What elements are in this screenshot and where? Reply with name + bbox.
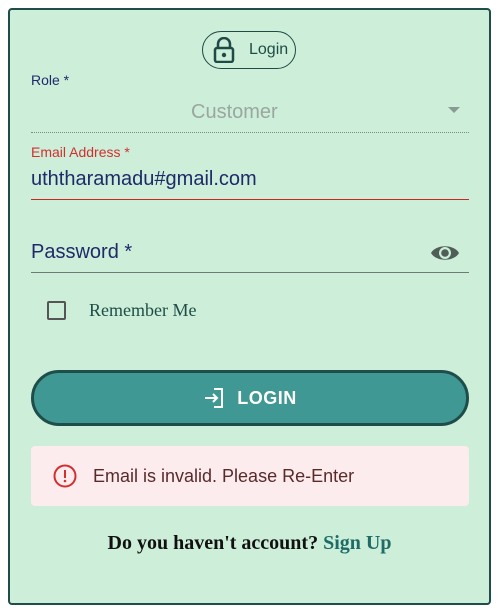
error-message: Email is invalid. Please Re-Enter xyxy=(93,465,355,486)
email-field[interactable]: uththaramadu#gmail.com xyxy=(31,168,257,191)
signup-question: Do you haven't account? xyxy=(107,532,319,554)
remember-me-checkbox[interactable] xyxy=(47,301,66,320)
password-field[interactable]: Password * xyxy=(31,241,132,264)
login-badge: Login xyxy=(202,31,296,69)
email-label: Email Address * xyxy=(31,144,130,160)
remember-me-label[interactable]: Remember Me xyxy=(89,300,196,321)
sign-up-link[interactable]: Sign Up xyxy=(323,532,391,554)
chevron-down-icon[interactable] xyxy=(448,107,460,113)
login-button-label: LOGIN xyxy=(237,387,297,408)
role-label: Role * xyxy=(31,72,70,88)
lock-icon xyxy=(213,36,235,64)
error-circle-icon xyxy=(53,464,77,488)
login-badge-label: Login xyxy=(249,41,289,58)
login-icon xyxy=(203,387,225,409)
error-alert: Email is invalid. Please Re-Enter xyxy=(31,446,469,506)
role-select[interactable]: Customer xyxy=(191,101,278,124)
password-underline xyxy=(31,272,469,273)
login-card: Login Role * Customer Email Address * ut… xyxy=(8,8,491,605)
login-button[interactable]: LOGIN xyxy=(31,370,469,426)
eye-icon[interactable] xyxy=(430,242,460,264)
role-underline xyxy=(31,132,469,133)
email-underline xyxy=(31,199,469,200)
signup-prompt: Do you haven't account? Sign Up xyxy=(10,532,489,555)
